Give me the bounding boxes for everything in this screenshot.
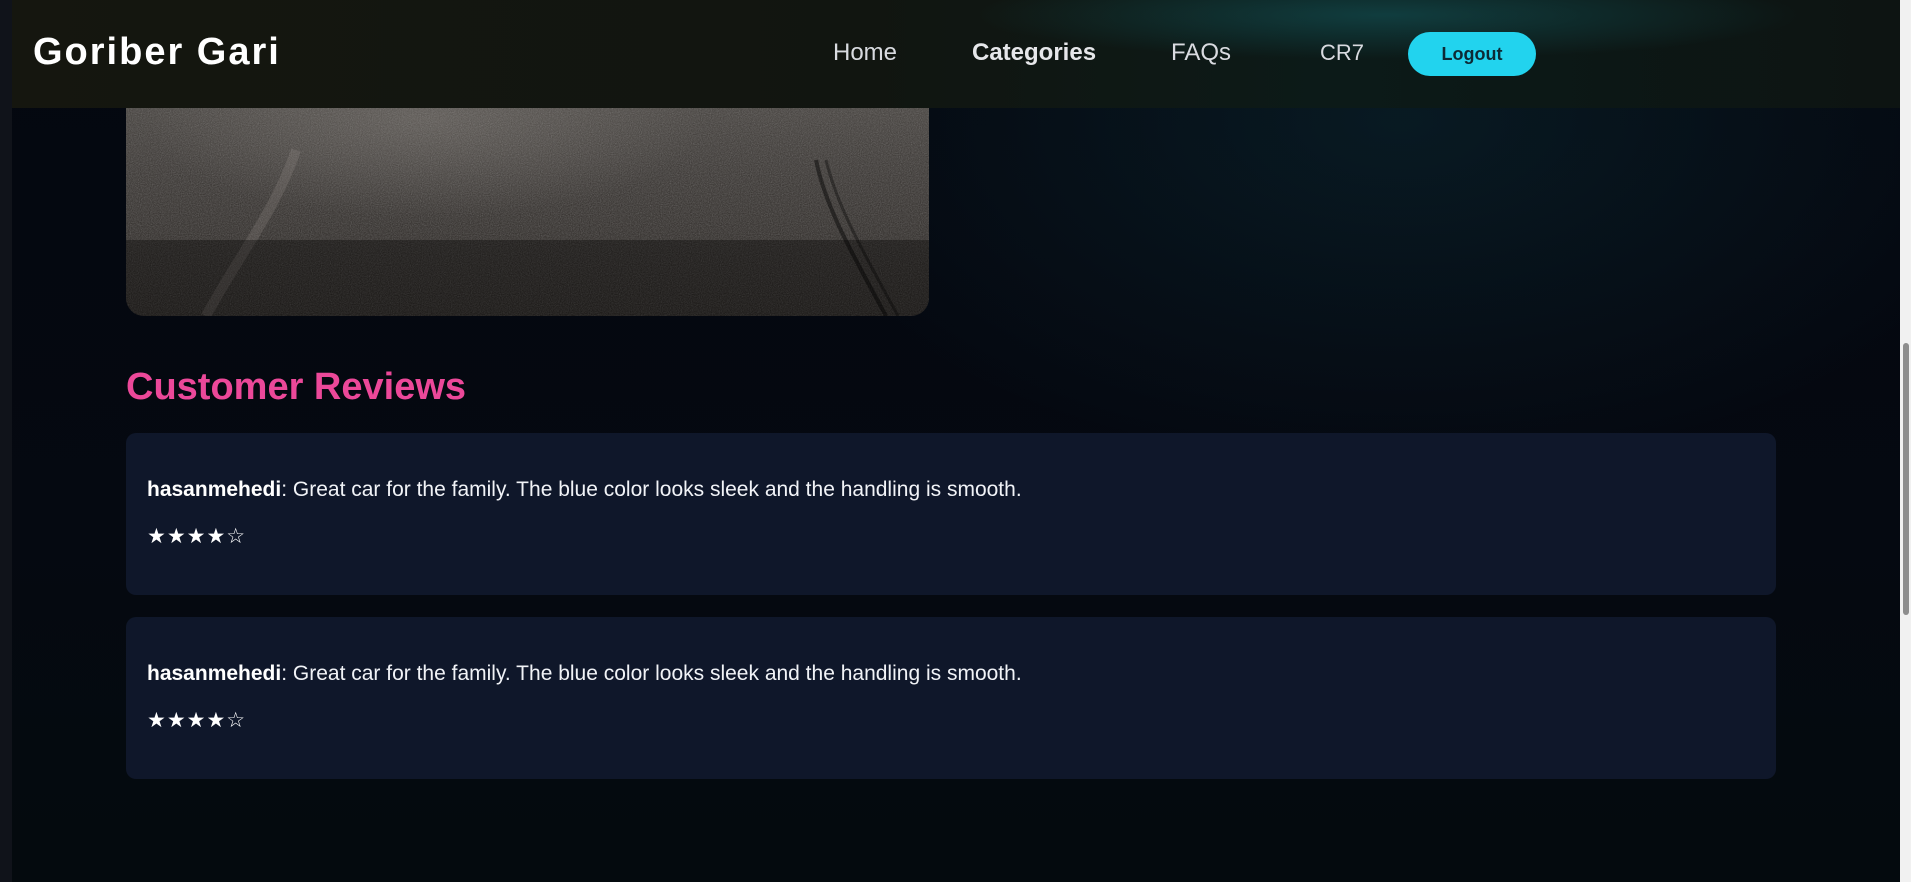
page-left-edge: [0, 0, 12, 882]
user-name: CR7: [1320, 40, 1365, 65]
star-rating: ★★★★☆: [147, 524, 247, 548]
logout-button[interactable]: Logout: [1408, 32, 1536, 76]
star-rating: ★★★★☆: [147, 708, 247, 732]
review-author: hasanmehedi: [147, 478, 282, 501]
review-card: hasanmehedi: Great car for the family. T…: [126, 433, 1776, 595]
nav-link-faqs[interactable]: FAQs: [1171, 38, 1231, 68]
review-text: hasanmehedi: Great car for the family. T…: [147, 661, 1022, 687]
review-author: hasanmehedi: [147, 662, 282, 685]
reviews-heading: Customer Reviews: [126, 366, 467, 408]
top-navbar: Goriber Gari Home Categories FAQs CR7 Lo…: [12, 0, 1900, 108]
review-text: hasanmehedi: Great car for the family. T…: [147, 477, 1022, 503]
nav-link-home[interactable]: Home: [833, 38, 897, 68]
nav-link-categories[interactable]: Categories: [972, 38, 1096, 68]
review-body: : Great car for the family. The blue col…: [281, 478, 1022, 501]
scrollbar-thumb[interactable]: [1903, 343, 1909, 615]
review-card: hasanmehedi: Great car for the family. T…: [126, 617, 1776, 779]
review-body: : Great car for the family. The blue col…: [281, 662, 1022, 685]
navbar-glow: [972, 0, 1802, 60]
brand-logo[interactable]: Goriber Gari: [33, 30, 281, 74]
page: Goriber Gari Home Categories FAQs CR7 Lo…: [0, 0, 1911, 882]
